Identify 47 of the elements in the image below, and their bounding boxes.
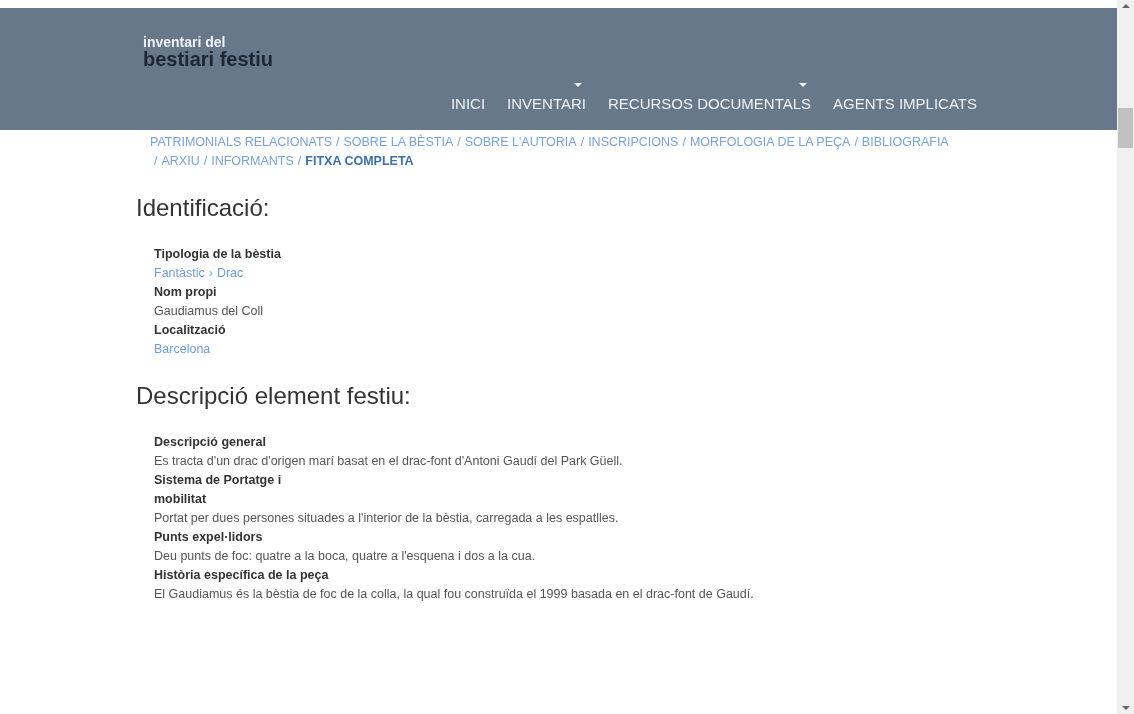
breadcrumb-link[interactable]: INSCRIPCIONS <box>588 133 679 152</box>
scroll-down-icon[interactable] <box>1121 706 1130 710</box>
breadcrumb-link[interactable]: MORFOLOGIA DE LA PEÇA <box>689 133 851 152</box>
separator: / <box>203 153 208 170</box>
scroll-up-icon[interactable] <box>1121 4 1130 8</box>
logo-text[interactable]: bestiari festiu <box>143 49 977 69</box>
field-label: Descripció general <box>154 434 267 451</box>
nav-link[interactable]: RECURSOS DOCUMENTALS <box>608 83 812 116</box>
caret-icon <box>799 83 808 87</box>
separator: › <box>208 265 213 282</box>
breadcrumb-link[interactable]: PATRIMONIALS RELACIONATS <box>150 133 332 152</box>
field-link[interactable]: Fantàstic <box>154 264 205 283</box>
separator: / <box>682 134 686 151</box>
breadcrumb-link[interactable]: FITXA COMPLETA <box>305 152 414 171</box>
separator: / <box>336 134 340 151</box>
breadcrumb-link[interactable]: SOBRE L'AUTORIA <box>464 133 577 152</box>
breadcrumb-link[interactable]: ARXIU <box>161 152 200 171</box>
field-link[interactable]: Drac <box>216 264 244 283</box>
nav-link[interactable]: AGENTS IMPLICATS <box>833 83 977 116</box>
field-value: Deu punts de foc: quatre a la boca, quatre a l'esquena i dos a la cua. <box>154 548 536 565</box>
separator: / <box>580 134 585 151</box>
logo-text[interactable]: inventari del <box>143 35 977 49</box>
section-heading: Descripció element festiu: <box>136 381 412 411</box>
field-label: Nom propi <box>154 284 218 301</box>
field-label: Localització <box>154 322 227 339</box>
field-value: Gaudiamus del Coll <box>154 303 264 320</box>
nav-link[interactable]: INVENTARI <box>507 83 586 116</box>
field-link[interactable]: Barcelona <box>154 340 211 359</box>
scrollbar[interactable] <box>1117 0 1134 714</box>
field-label: Història específica de la peça <box>154 567 329 584</box>
separator: / <box>457 134 461 151</box>
breadcrumb-link[interactable]: SOBRE LA BÈSTIA <box>343 133 454 152</box>
separator: / <box>154 153 158 170</box>
separator: / <box>297 153 302 170</box>
separator: / <box>854 134 858 151</box>
field-label: Tipologia de la bèstia <box>154 246 282 263</box>
breadcrumb-link[interactable]: BIBLIOGRAFIA <box>861 133 949 152</box>
nav-link[interactable]: INICI <box>450 83 486 116</box>
breadcrumb-link[interactable]: INFORMANTS <box>211 152 294 171</box>
field-label: Punts expel·lidors <box>154 529 264 546</box>
scrollbar-thumb[interactable] <box>1118 108 1133 148</box>
caret-icon <box>574 83 582 87</box>
field-value: Portat per dues persones situades a l'interior de la bèstia, carregada a les espatlles. <box>154 510 619 527</box>
section-heading: Identificació: <box>136 193 271 223</box>
field-value: El Gaudiamus és la bèstia de foc de la colla, la qual fou construïda el 1999 basada en el drac-font de Gaudí. <box>154 586 754 603</box>
field-value: Es tracta d'un drac d'origen marí basat en el drac-font d'Antoni Gaudí del Park Güell. <box>154 453 623 470</box>
field-label: Sistema de Portatge i mobilitat <box>154 472 283 508</box>
